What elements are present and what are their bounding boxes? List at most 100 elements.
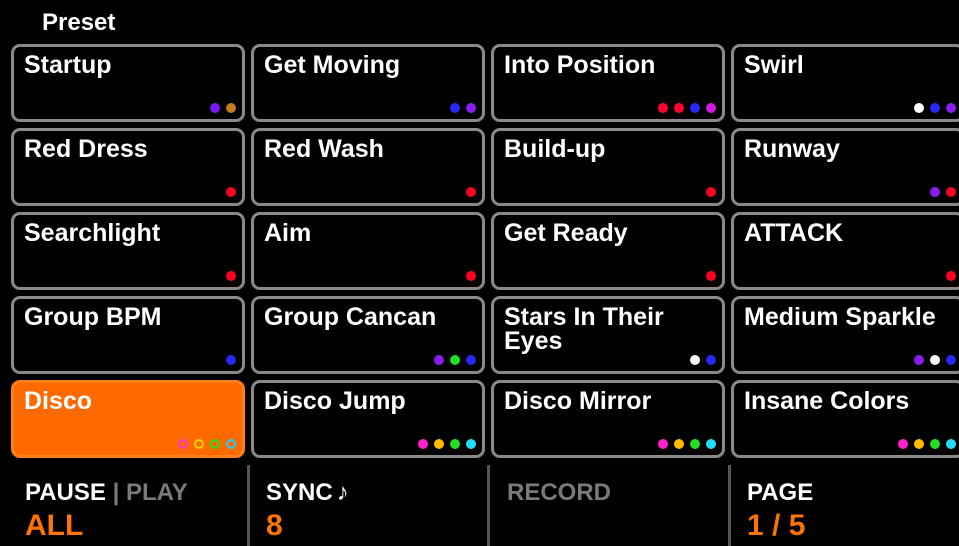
pause-play-separator: | [112,479,120,506]
preset-tile[interactable]: Get Ready [491,212,725,290]
preset-tile[interactable]: Red Wash [251,128,485,206]
pause-value: ALL [25,509,84,542]
preset-name: Group BPM [24,303,162,331]
preset-tile[interactable]: Into Position [491,44,725,122]
color-dot-icon [946,439,956,449]
color-dot-icon [946,271,956,281]
preset-color-dots [434,355,476,365]
page-title: Preset [42,9,116,36]
record-section[interactable]: RECORD [482,462,730,546]
color-dot-icon [946,355,956,365]
preset-tile[interactable]: Disco [11,380,245,458]
preset-tile[interactable]: Searchlight [11,212,245,290]
preset-tile[interactable]: Disco Mirror [491,380,725,458]
preset-name: Startup [24,51,112,79]
preset-name: Red Wash [264,135,384,163]
color-dot-icon [914,103,924,113]
color-dot-icon [914,439,924,449]
color-dot-icon [178,439,188,449]
preset-color-dots [690,355,716,365]
preset-name: Get Moving [264,51,401,79]
color-dot-icon [658,103,668,113]
color-dot-icon [194,439,204,449]
preset-color-dots [658,439,716,449]
color-dot-icon [690,439,700,449]
footer-bar: PAUSE | PLAY ALL SYNC ♪ 8 RECORD PAGE 1 /… [0,462,959,546]
preset-color-dots [450,103,476,113]
color-dot-icon [946,103,956,113]
preset-tile[interactable]: Group Cancan [251,296,485,374]
color-dot-icon [210,103,220,113]
color-dot-icon [466,271,476,281]
preset-name: Group Cancan [264,303,437,331]
page-value: 1 / 5 [747,509,806,542]
color-dot-icon [898,439,908,449]
color-dot-icon [226,271,236,281]
preset-color-dots [226,355,236,365]
preset-name: Insane Colors [744,387,910,415]
preset-name: Build-up [504,135,606,163]
preset-name: Into Position [504,51,656,79]
preset-name: Disco Jump [264,387,406,415]
color-dot-icon [674,103,684,113]
color-dot-icon [930,187,940,197]
color-dot-icon [466,439,476,449]
preset-name: Searchlight [24,219,161,247]
preset-color-dots [226,187,236,197]
preset-name: Disco [24,387,93,415]
preset-tile[interactable]: ATTACK [731,212,959,290]
color-dot-icon [706,439,716,449]
color-dot-icon [226,187,236,197]
page-section[interactable]: PAGE 1 / 5 [722,462,959,546]
color-dot-icon [450,355,460,365]
preset-tile[interactable]: Aim [251,212,485,290]
preset-name: Disco Mirror [504,387,652,415]
preset-color-dots [226,271,236,281]
preset-tile[interactable]: Group BPM [11,296,245,374]
color-dot-icon [466,103,476,113]
preset-name: Swirl [744,51,804,79]
sync-value: 8 [266,509,283,542]
preset-tile[interactable]: Disco Jump [251,380,485,458]
color-dot-icon [418,439,428,449]
preset-color-dots [898,439,956,449]
color-dot-icon [226,103,236,113]
preset-color-dots [930,187,956,197]
color-dot-icon [706,271,716,281]
sync-label: SYNC [266,479,333,506]
preset-tile[interactable]: Red Dress [11,128,245,206]
color-dot-icon [658,439,668,449]
page-label: PAGE [747,479,814,506]
preset-tile[interactable]: Medium Sparkle [731,296,959,374]
color-dot-icon [674,439,684,449]
sync-label-row: SYNC ♪ [266,479,349,507]
color-dot-icon [706,103,716,113]
preset-tile[interactable]: Startup [11,44,245,122]
color-dot-icon [434,355,444,365]
pause-play-section[interactable]: PAUSE | PLAY ALL [0,462,248,546]
preset-name: Get Ready [504,219,628,247]
preset-name: Red Dress [24,135,148,163]
preset-tile[interactable]: Swirl [731,44,959,122]
color-dot-icon [210,439,220,449]
preset-color-dots [210,103,236,113]
color-dot-icon [930,103,940,113]
color-dot-icon [226,439,236,449]
preset-color-dots [706,271,716,281]
preset-tile[interactable]: Build-up [491,128,725,206]
preset-color-dots [706,187,716,197]
preset-color-dots [914,355,956,365]
preset-name: Aim [264,219,312,247]
play-label: PLAY [125,479,188,506]
color-dot-icon [690,355,700,365]
preset-tile[interactable]: Insane Colors [731,380,959,458]
pause-label: PAUSE [25,479,106,506]
preset-grid: Startup Get Moving Into Position Swirl Red D… [11,44,959,462]
color-dot-icon [450,103,460,113]
sync-section[interactable]: SYNC ♪ 8 [241,462,489,546]
preset-color-dots [178,439,236,449]
preset-tile[interactable]: Runway [731,128,959,206]
preset-tile[interactable]: Get Moving [251,44,485,122]
color-dot-icon [434,439,444,449]
preset-tile[interactable]: Stars In Their Eyes [491,296,725,374]
